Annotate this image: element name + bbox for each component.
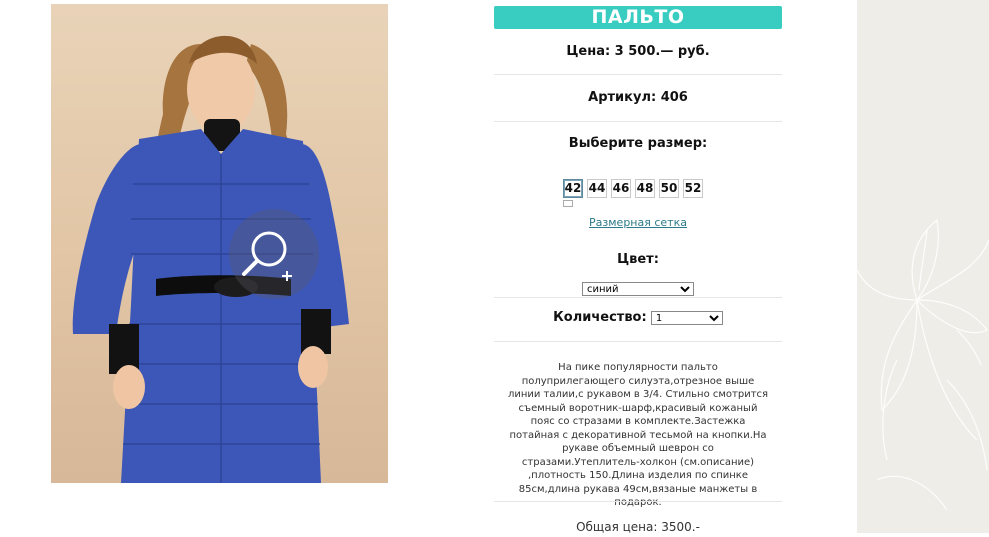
size-heading: Выберите размер: xyxy=(568,136,708,151)
size-option-50[interactable]: 50 xyxy=(659,179,679,198)
zoom-in-icon[interactable] xyxy=(229,209,319,299)
model-in-coat-illustration xyxy=(72,35,349,483)
size-selection-marker xyxy=(563,200,573,207)
size-option-46[interactable]: 46 xyxy=(611,179,631,198)
divider xyxy=(494,341,782,342)
color-select-row: синий xyxy=(494,281,782,296)
product-price: Цена: 3 500.— руб. xyxy=(566,44,710,59)
divider xyxy=(494,297,782,298)
divider xyxy=(494,74,782,75)
size-chart-link[interactable]: Размерная сетка xyxy=(589,216,687,229)
size-selector: 42 44 46 48 50 52 xyxy=(563,179,703,198)
total-price: Общая цена: 3500.- xyxy=(576,520,700,534)
flower-illustration xyxy=(856,218,989,511)
product-title: ПАЛЬТО xyxy=(494,6,782,29)
quantity-select[interactable]: 1 xyxy=(650,310,723,325)
product-description: На пике популярности пальто полуприлегаю… xyxy=(507,362,769,508)
decorative-side-panel xyxy=(856,0,989,533)
size-option-44[interactable]: 44 xyxy=(587,179,607,198)
quantity-label: Количество: xyxy=(553,310,647,325)
color-heading: Цвет: xyxy=(617,252,659,267)
size-option-48[interactable]: 48 xyxy=(635,179,655,198)
quantity-row: Количество: 1 xyxy=(494,310,782,325)
size-option-52[interactable]: 52 xyxy=(683,179,703,198)
size-option-42[interactable]: 42 xyxy=(563,179,583,198)
product-article: Артикул: 406 xyxy=(588,90,688,105)
divider xyxy=(494,501,782,502)
divider xyxy=(494,121,782,122)
color-select[interactable]: синий xyxy=(582,282,694,296)
product-image[interactable] xyxy=(51,4,388,483)
size-chart-row: Размерная сетка xyxy=(494,215,782,230)
zoom-overlay[interactable] xyxy=(229,209,319,299)
